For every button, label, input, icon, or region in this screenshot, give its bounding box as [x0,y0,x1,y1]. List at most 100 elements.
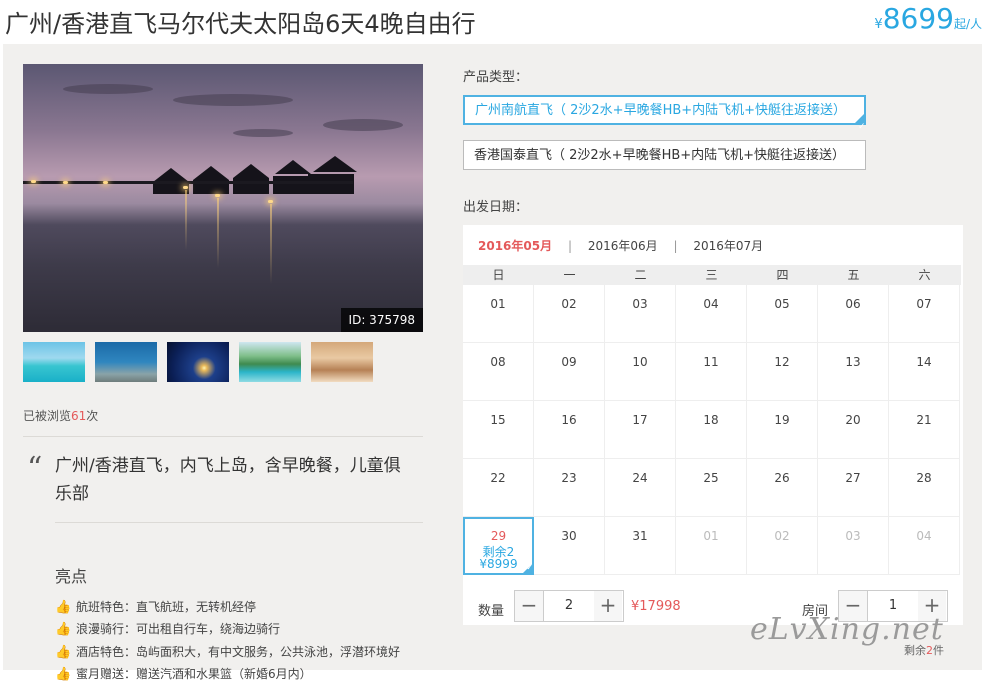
calendar-day[interactable]: 10 [605,343,676,401]
day-number: 02 [561,297,577,311]
calendar-day[interactable]: 12 [747,343,818,401]
page-title: 广州/香港直飞马尔代夫太阳岛6天4晚自由行 [5,10,476,38]
calendar-day[interactable]: 20 [818,401,889,459]
calendar-day[interactable]: 14 [889,343,960,401]
thumbs-up-icon: 👍 [55,667,72,682]
calendar-day[interactable]: 25 [676,459,747,517]
weekday-label: 日 [492,268,505,282]
calendar-day[interactable]: 27 [818,459,889,517]
calendar-day[interactable]: 07 [889,285,960,343]
calendar-day[interactable]: 06 [818,285,889,343]
checkmark-icon [521,562,534,575]
remaining-stock: 剩余2件 [904,642,944,658]
calendar-day[interactable]: 17 [605,401,676,459]
day-number: 24 [632,471,648,485]
highlight-text: 航班特色：直飞航班，无转机经停 [76,600,257,614]
departure-calendar: 2016年05月 | 2016年06月 | 2016年07月 日 一 二 三 四 五 六 0… [463,225,963,625]
quantity-minus-button[interactable]: − [515,591,543,621]
views-count: 61 [71,409,87,423]
day-number: 27 [845,471,861,485]
calendar-day[interactable]: 28 [889,459,960,517]
thumbs-up-icon: 👍 [55,600,72,615]
quantity-plus-button[interactable]: + [594,591,622,621]
day-number: 25 [703,471,719,485]
calendar-day[interactable]: 02 [534,285,605,343]
calendar-day[interactable]: 21 [889,401,960,459]
highlight-item: 👍 浪漫骑行：可出租自行车，绕海边骑行 [55,620,280,637]
divider [23,436,423,437]
views-suffix: 次 [86,409,99,423]
day-number: 10 [632,355,648,369]
tab-month-july[interactable]: 2016年07月 [693,239,763,253]
day-number: 01 [490,297,506,311]
calendar-day[interactable]: 23 [534,459,605,517]
product-option-hongkong[interactable]: 香港国泰直飞（ 2沙2水+早晚餐HB+内陆飞机+快艇往返接送） [463,140,866,170]
photo-id-label: ID: 375798 [340,308,423,332]
tab-month-june[interactable]: 2016年06月 [588,239,658,253]
calendar-day[interactable]: 31 [605,517,676,575]
calendar-day[interactable]: 04 [676,285,747,343]
calendar-day[interactable]: 09 [534,343,605,401]
highlight-text: 蜜月赠送：赠送汽酒和水果篮（新婚6月内） [76,667,312,681]
calendar-day-available[interactable]: 29 剩余2 ¥8999 [463,517,534,575]
views-prefix: 已被浏览 [23,409,72,423]
day-number: 21 [916,413,932,427]
day-number: 04 [916,529,932,543]
calendar-day[interactable]: 05 [747,285,818,343]
quote-icon: “ [27,451,43,486]
calendar-day[interactable]: 19 [747,401,818,459]
calendar-day[interactable]: 11 [676,343,747,401]
day-number: 23 [561,471,577,485]
weekday-label: 三 [705,268,718,282]
divider [55,522,423,523]
remain-prefix: 剩余 [904,644,926,657]
thumbnail-3[interactable] [167,342,229,382]
calendar-day[interactable]: 16 [534,401,605,459]
day-number: 11 [703,355,719,369]
calendar-day[interactable]: 03 [818,517,889,575]
calendar-day[interactable]: 13 [818,343,889,401]
weekday-label: 五 [847,268,860,282]
day-number: 04 [703,297,719,311]
thumbnail-4[interactable] [239,342,301,382]
calendar-day[interactable]: 22 [463,459,534,517]
price-currency: ¥ [874,17,883,32]
day-number: 01 [703,529,719,543]
weekday-label: 四 [776,268,789,282]
remain-suffix: 件 [933,644,944,657]
day-number: 03 [632,297,648,311]
calendar-day[interactable]: 04 [889,517,960,575]
total-price: ¥17998 [631,599,681,614]
weekday-header: 日一二三四五六 [463,265,961,285]
day-number: 30 [561,529,577,543]
quantity-label: 数量 [478,604,505,619]
calendar-day[interactable]: 01 [676,517,747,575]
calendar-day[interactable]: 24 [605,459,676,517]
thumbnail-5[interactable] [311,342,373,382]
thumbnail-2[interactable] [95,342,157,382]
calendar-day[interactable]: 18 [676,401,747,459]
day-number: 22 [490,471,506,485]
thumbnail-1[interactable] [23,342,85,382]
day-number: 05 [774,297,790,311]
calendar-day[interactable]: 26 [747,459,818,517]
highlights-title: 亮点 [55,567,88,586]
calendar-day[interactable]: 15 [463,401,534,459]
main-photo[interactable]: ID: 375798 [23,64,423,332]
view-count: 已被浏览61次 [23,407,98,424]
remain-count: 2 [926,644,933,657]
calendar-day[interactable]: 03 [605,285,676,343]
calendar-day[interactable]: 30 [534,517,605,575]
quantity-input[interactable]: 2 [543,591,595,621]
highlight-item: 👍 航班特色：直飞航班，无转机经停 [55,598,256,615]
day-number: 31 [632,529,648,543]
day-number: 12 [774,355,790,369]
calendar-day[interactable]: 01 [463,285,534,343]
calendar-day[interactable]: 08 [463,343,534,401]
product-option-guangzhou[interactable]: 广州南航直飞（ 2沙2水+早晚餐HB+内陆飞机+快艇往返接送） [463,95,866,141]
weekday-label: 二 [634,268,647,282]
price-value: 8699 [882,2,954,35]
tab-month-may[interactable]: 2016年05月 [478,239,552,253]
highlight-item: 👍 蜜月赠送：赠送汽酒和水果篮（新婚6月内） [55,665,312,682]
calendar-day[interactable]: 02 [747,517,818,575]
